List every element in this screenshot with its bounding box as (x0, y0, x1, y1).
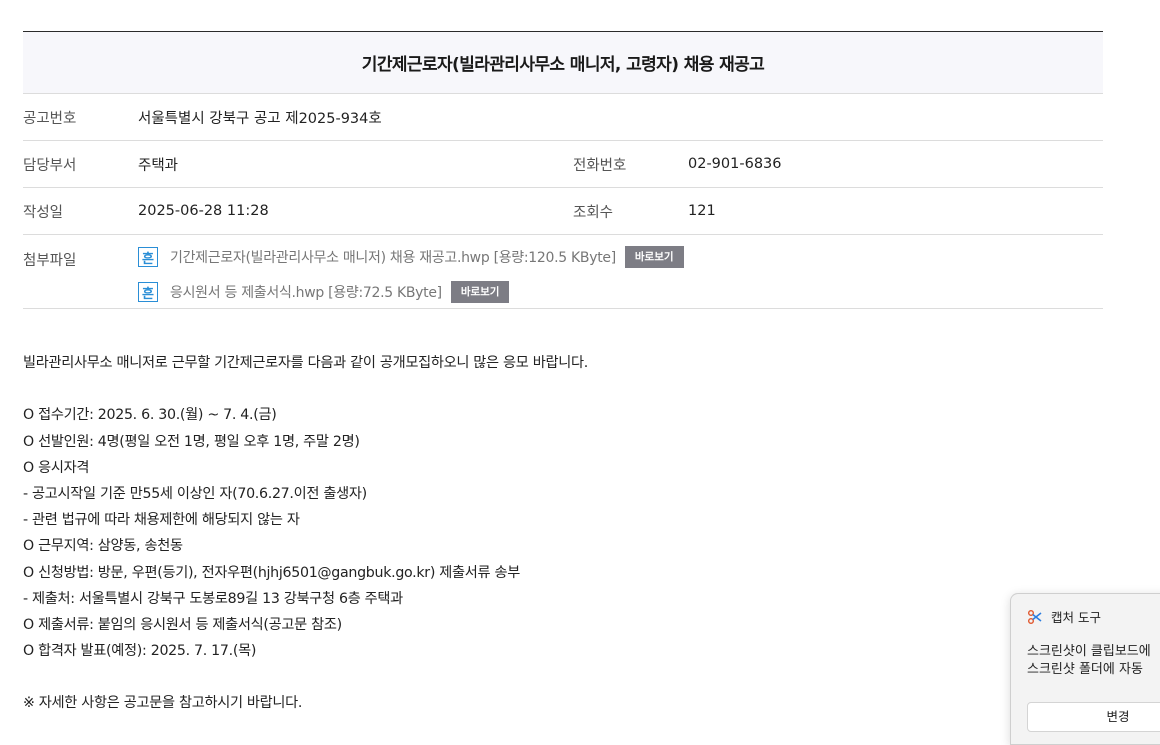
post-board: 기간제근로자(빌라관리사무소 매니저, 고령자) 채용 재공고 공고번호 서울특… (23, 31, 1103, 309)
notification-message-line: 스크린샷이 클립보드에 (1027, 644, 1151, 659)
body-line: - 관련 법규에 따라 채용제한에 해당되지 않는 자 (23, 512, 300, 529)
body-line: O 응시자격 (23, 459, 90, 476)
notification-action-button[interactable]: 변경 (1027, 702, 1160, 732)
body-line: - 제출처: 서울특별시 강북구 도봉로89길 13 강북구청 6층 주택과 (23, 590, 403, 607)
department-row: 담당부서 주택과 전화번호 02-901-6836 (23, 141, 1103, 188)
views-label: 조회수 (573, 204, 614, 221)
notification-app-name: 캡처 도구 (1051, 610, 1101, 625)
attachment-item: 흔 기간제근로자(빌라관리사무소 매니저) 채용 재공고.hwp [용량:120… (138, 244, 684, 270)
attachments-row: 첨부파일 흔 기간제근로자(빌라관리사무소 매니저) 채용 재공고.hwp [용… (23, 235, 1103, 309)
body-line: O 합격자 발표(예정): 2025. 7. 17.(목) (23, 643, 257, 660)
attachment-item: 흔 응시원서 등 제출서식.hwp [용량:72.5 KByte] 바로보기 (138, 279, 684, 305)
hwp-file-icon: 흔 (138, 247, 158, 267)
preview-button[interactable]: 바로보기 (450, 281, 510, 303)
body-line: O 선발인원: 4명(평일 오전 1명, 평일 오후 1명, 주말 2명) (23, 433, 360, 450)
attachments-label: 첨부파일 (23, 253, 77, 269)
notice-number-label: 공고번호 (23, 110, 77, 127)
preview-button[interactable]: 바로보기 (624, 246, 684, 268)
notification-message: 스크린샷이 클립보드에 스크린샷 폴더에 자동 (1011, 626, 1160, 679)
department-label: 담당부서 (23, 157, 77, 174)
snipping-tool-notification[interactable]: 캡처 도구 스크린샷이 클립보드에 스크린샷 폴더에 자동 변경 (1010, 593, 1160, 745)
notification-header: 캡처 도구 (1011, 594, 1160, 626)
date-value: 2025-06-28 11:28 (138, 203, 269, 219)
hwp-file-icon: 흔 (138, 282, 158, 302)
date-row: 작성일 2025-06-28 11:28 조회수 121 (23, 188, 1103, 235)
snipping-tool-icon (1028, 609, 1042, 624)
attachment-list: 흔 기간제근로자(빌라관리사무소 매니저) 채용 재공고.hwp [용량:120… (138, 244, 684, 305)
body-line: O 접수기간: 2025. 6. 30.(월) ~ 7. 4.(금) (23, 407, 277, 424)
notice-number-row: 공고번호 서울특별시 강북구 공고 제2025-934호 (23, 94, 1103, 141)
department-value: 주택과 (138, 157, 179, 174)
body-line: O 신청방법: 방문, 우편(등기), 전자우편(hjhj6501@gangbu… (23, 564, 520, 581)
body-intro: 빌라관리사무소 매니저로 근무할 기간제근로자를 다음과 같이 공개모집하오니 … (23, 355, 588, 371)
body-line: - 공고시작일 기준 만55세 이상인 자(70.6.27.이전 출생자) (23, 485, 367, 502)
body-line: O 제출서류: 붙임의 응시원서 등 제출서식(공고문 참조) (23, 616, 342, 633)
date-label: 작성일 (23, 204, 64, 221)
post-body: 빌라관리사무소 매니저로 근무할 기간제근로자를 다음과 같이 공개모집하오니 … (23, 350, 1103, 717)
notification-message-line: 스크린샷 폴더에 자동 (1027, 662, 1143, 677)
notice-number-value: 서울특별시 강북구 공고 제2025-934호 (138, 110, 382, 127)
post-title: 기간제근로자(빌라관리사무소 매니저, 고령자) 채용 재공고 (23, 32, 1103, 94)
attachment-link[interactable]: 응시원서 등 제출서식.hwp [용량:72.5 KByte] (170, 282, 442, 302)
phone-value: 02-901-6836 (688, 156, 782, 172)
phone-label: 전화번호 (573, 157, 627, 174)
body-line: O 근무지역: 삼양동, 송천동 (23, 538, 183, 555)
body-footer: ※ 자세한 사항은 공고문을 참고하시기 바랍니다. (23, 695, 303, 712)
attachment-link[interactable]: 기간제근로자(빌라관리사무소 매니저) 채용 재공고.hwp [용량:120.5… (170, 247, 616, 267)
views-value: 121 (688, 203, 716, 219)
